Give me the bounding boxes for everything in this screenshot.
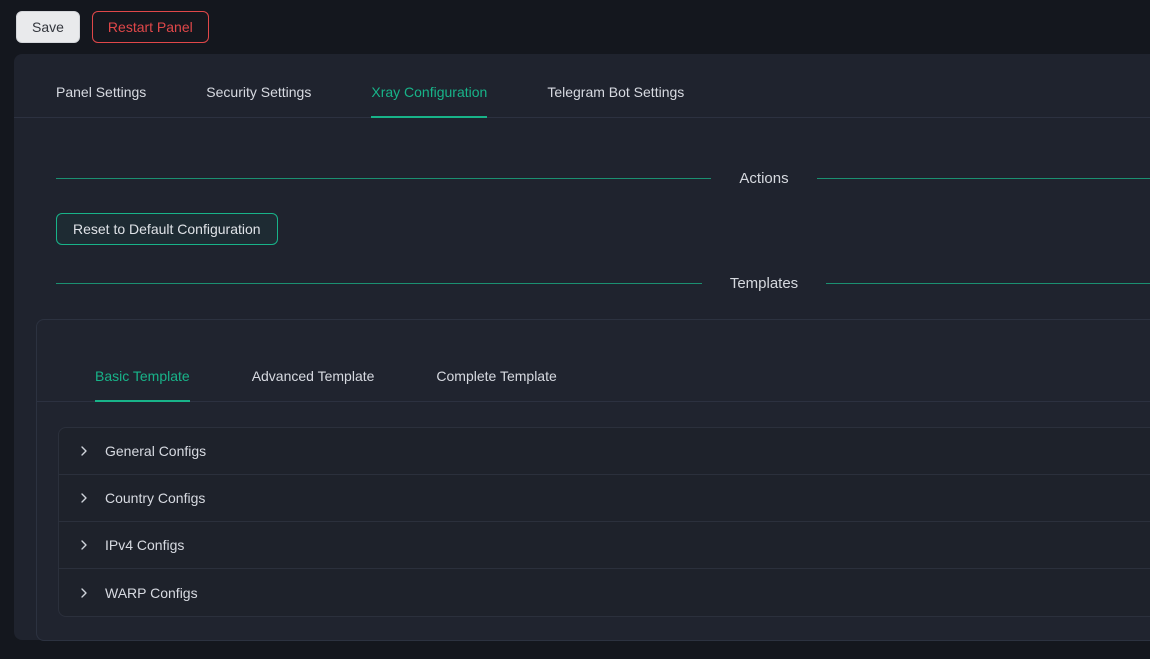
chevron-right-icon xyxy=(78,587,90,599)
restart-panel-button[interactable]: Restart Panel xyxy=(92,11,209,43)
chevron-right-icon xyxy=(78,539,90,551)
settings-card: Panel Settings Security Settings Xray Co… xyxy=(14,54,1150,640)
collapse-header-warp-configs[interactable]: WARP Configs xyxy=(59,569,1150,616)
templates-divider: Templates xyxy=(56,275,1150,292)
collapse-header-country-configs[interactable]: Country Configs xyxy=(59,475,1150,522)
tab-complete-template[interactable]: Complete Template xyxy=(436,368,556,402)
template-tabs: Basic Template Advanced Template Complet… xyxy=(37,368,1150,402)
collapse-header-general-configs[interactable]: General Configs xyxy=(59,428,1150,475)
save-button[interactable]: Save xyxy=(16,11,80,43)
collapse-header-ipv4-configs[interactable]: IPv4 Configs xyxy=(59,522,1150,569)
settings-tabs: Panel Settings Security Settings Xray Co… xyxy=(14,84,1150,118)
chevron-right-icon xyxy=(78,445,90,457)
collapse-header-label: General Configs xyxy=(105,443,206,459)
chevron-right-icon xyxy=(78,492,90,504)
top-action-bar: Save Restart Panel xyxy=(0,0,1150,54)
templates-card: Basic Template Advanced Template Complet… xyxy=(36,319,1150,641)
tab-security-settings[interactable]: Security Settings xyxy=(206,84,311,118)
collapse-header-label: IPv4 Configs xyxy=(105,537,184,553)
reset-default-configuration-button[interactable]: Reset to Default Configuration xyxy=(56,213,278,245)
collapse-header-label: Country Configs xyxy=(105,490,205,506)
templates-divider-label: Templates xyxy=(702,275,826,292)
divider-line-right xyxy=(826,283,1150,284)
tab-xray-configuration[interactable]: Xray Configuration xyxy=(371,84,487,118)
tab-basic-template[interactable]: Basic Template xyxy=(95,368,190,402)
config-collapse-list: General Configs Country Configs IPv4 Con… xyxy=(58,427,1150,617)
tab-telegram-bot-settings[interactable]: Telegram Bot Settings xyxy=(547,84,684,118)
actions-divider-label: Actions xyxy=(711,170,816,187)
actions-divider: Actions xyxy=(56,170,1150,187)
collapse-header-label: WARP Configs xyxy=(105,585,198,601)
tab-advanced-template[interactable]: Advanced Template xyxy=(252,368,375,402)
divider-line-left xyxy=(56,283,702,284)
divider-line-right xyxy=(817,178,1150,179)
divider-line-left xyxy=(56,178,711,179)
tab-panel-settings[interactable]: Panel Settings xyxy=(56,84,146,118)
